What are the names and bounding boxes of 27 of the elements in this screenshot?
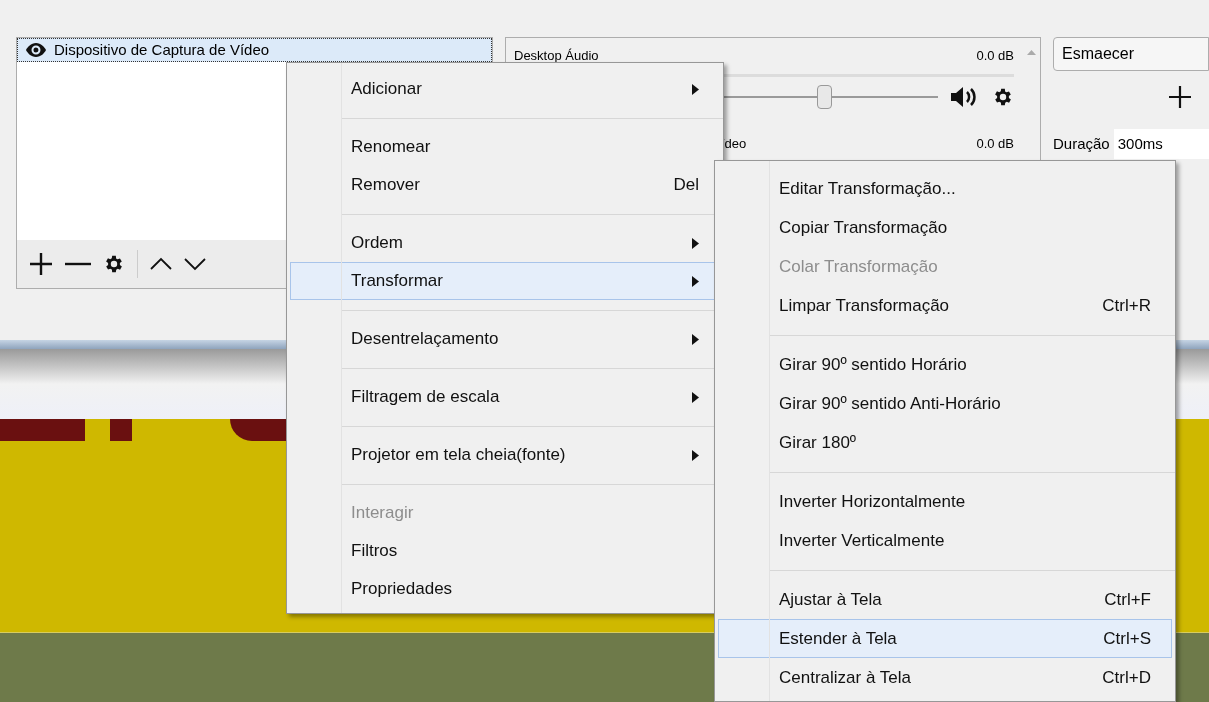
menu-item[interactable]: Girar 180º	[718, 423, 1172, 462]
menu-item[interactable]: Girar 90º sentido Anti-Horário	[718, 384, 1172, 423]
add-icon[interactable]	[29, 252, 53, 276]
menu-item[interactable]: Copiar Transformação	[718, 208, 1172, 247]
duration-field[interactable]: 300ms	[1113, 129, 1209, 159]
transition-select[interactable]: Esmaecer	[1053, 37, 1209, 71]
menu-item[interactable]: Inverter Verticalmente	[718, 521, 1172, 560]
menu-item[interactable]: Adicionar	[290, 70, 720, 108]
channel-reading: 0.0 dB	[976, 47, 1014, 65]
chevron-down-icon[interactable]	[184, 257, 206, 271]
menu-item[interactable]: Centralizar à Tela Ctrl+D	[718, 658, 1172, 697]
duration-label: Duração	[1053, 133, 1110, 154]
menu-item[interactable]: Renomear	[290, 128, 720, 166]
channel-reading: 0.0 dB	[976, 134, 1014, 153]
menu-item[interactable]: Inverter Horizontalmente	[718, 482, 1172, 521]
menu-item[interactable]: Estender à Tela Ctrl+S	[718, 619, 1172, 658]
add-icon[interactable]	[1168, 85, 1192, 109]
menu-item[interactable]: Ajustar à Tela Ctrl+F	[718, 580, 1172, 619]
menu-item[interactable]: Limpar Transformação Ctrl+R	[718, 286, 1172, 325]
chevron-up-icon[interactable]	[150, 257, 172, 271]
eye-icon[interactable]	[26, 43, 46, 57]
slider-thumb[interactable]	[817, 84, 832, 109]
gear-icon[interactable]	[103, 253, 125, 275]
menu-item[interactable]: Editar Transformação...	[718, 169, 1172, 208]
menu-item[interactable]: Girar 90º sentido Horário	[718, 345, 1172, 384]
source-item[interactable]: Dispositivo de Captura de Vídeo	[17, 38, 492, 62]
channel-name: Desktop Áudio	[514, 47, 599, 65]
